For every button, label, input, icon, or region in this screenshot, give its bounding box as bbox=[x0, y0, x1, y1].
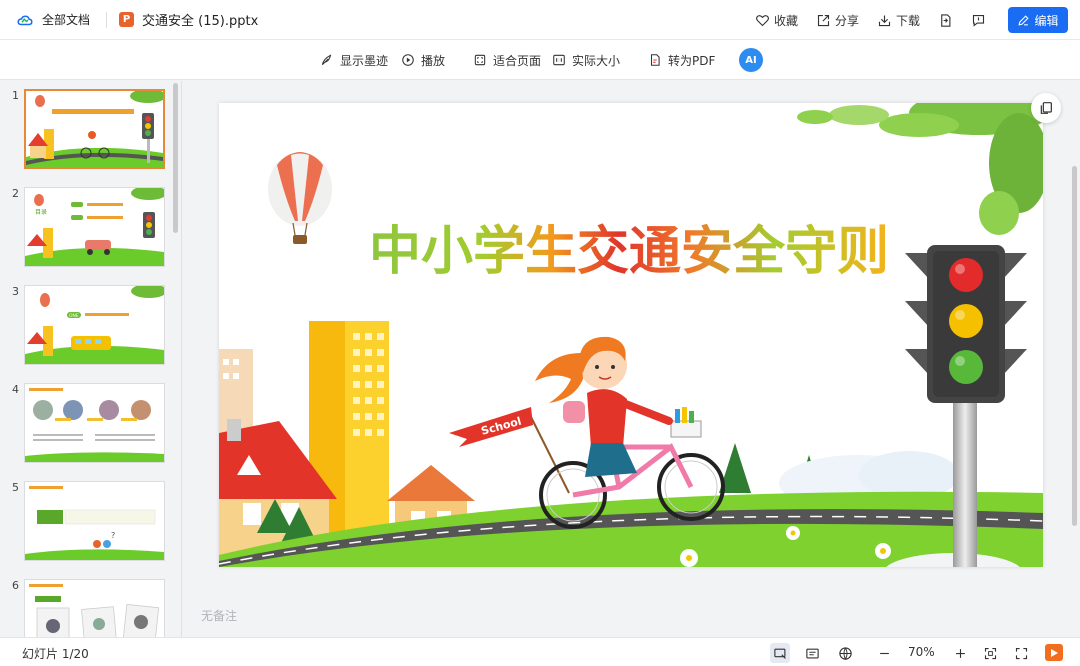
thumbnail-number: 2 bbox=[12, 187, 19, 200]
pdf-file-icon bbox=[650, 54, 660, 66]
show-ink-label: 显示墨迹 bbox=[340, 53, 389, 68]
slide-thumbnail-3[interactable]: ONE bbox=[24, 285, 165, 365]
minus-icon bbox=[879, 652, 889, 654]
top-bar: 全部文档 P 交通安全 (15).pptx 收藏 分享 下载 编辑 bbox=[0, 0, 1080, 40]
actual-size-button[interactable]: 实际大小 bbox=[552, 40, 620, 80]
slideshow-play-button[interactable] bbox=[1045, 644, 1063, 661]
pencil-icon bbox=[1018, 14, 1030, 26]
focus-frame-icon bbox=[984, 647, 996, 659]
fit-window-button[interactable] bbox=[980, 643, 1000, 663]
comment-button[interactable] bbox=[971, 13, 986, 28]
slide-thumbnail-1[interactable] bbox=[24, 89, 165, 169]
slide-thumbnail-2[interactable]: 目录 bbox=[24, 187, 165, 267]
edit-button[interactable]: 编辑 bbox=[1008, 7, 1068, 33]
ai-assistant-button[interactable]: AI bbox=[739, 48, 763, 72]
plus-icon bbox=[955, 648, 965, 658]
share-icon bbox=[817, 14, 830, 26]
slide-thumbnail-6[interactable] bbox=[24, 579, 165, 637]
stage-scrollbar[interactable] bbox=[1072, 166, 1077, 526]
actual-size-label: 实际大小 bbox=[572, 53, 621, 68]
fit-page-button[interactable]: 适合页面 bbox=[473, 40, 541, 80]
open-document-icon bbox=[941, 13, 951, 27]
thumbnail-preview bbox=[25, 580, 164, 637]
actual-size-icon bbox=[553, 54, 565, 66]
fit-page-icon bbox=[474, 54, 486, 66]
thumbnail-preview: ONE bbox=[25, 286, 164, 364]
play-icon bbox=[1051, 648, 1058, 657]
slide-thumbnail-panel: 1 2 目录 3 ONE 4 5 ? 6 bbox=[0, 81, 182, 637]
open-in-app-button[interactable] bbox=[938, 13, 953, 28]
normal-view-button[interactable] bbox=[770, 643, 790, 663]
language-button[interactable] bbox=[835, 643, 855, 663]
fullscreen-icon bbox=[1015, 647, 1027, 659]
slide-canvas: 中小学生交通安全守则 School bbox=[219, 103, 1043, 567]
header-actions: 收藏 分享 下载 编辑 bbox=[737, 0, 1068, 40]
play-button[interactable]: 播放 bbox=[401, 40, 445, 80]
copy-icon bbox=[1040, 102, 1052, 114]
slide-counter: 幻灯片 1/20 bbox=[22, 647, 89, 661]
thumbnail-number: 1 bbox=[12, 89, 19, 102]
slide-thumbnail-5[interactable]: ? bbox=[24, 481, 165, 561]
zoom-in-button[interactable] bbox=[950, 643, 970, 663]
cloud-icon[interactable] bbox=[16, 11, 34, 29]
fit-page-label: 适合页面 bbox=[493, 53, 542, 68]
thumbnail-number: 3 bbox=[12, 285, 19, 298]
thumbnail-scrollbar[interactable] bbox=[173, 83, 178, 233]
favorite-button[interactable]: 收藏 bbox=[755, 12, 798, 29]
zoom-level[interactable]: 70% bbox=[908, 645, 935, 659]
slide-thumbnail-4[interactable] bbox=[24, 383, 165, 463]
play-circle-icon bbox=[402, 54, 414, 66]
convert-pdf-button[interactable]: 转为PDF bbox=[648, 40, 715, 80]
share-label: 分享 bbox=[834, 13, 859, 28]
download-icon bbox=[878, 15, 891, 26]
pptx-file-icon: P bbox=[119, 12, 135, 27]
thumbnail-preview: 目录 bbox=[25, 188, 164, 266]
fullscreen-button[interactable] bbox=[1011, 643, 1031, 663]
comment-icon bbox=[972, 14, 985, 27]
current-slide: 中小学生交通安全守则 School bbox=[219, 103, 1043, 567]
heart-icon bbox=[755, 14, 769, 26]
thumbnail-badge: ONE bbox=[69, 313, 79, 319]
status-bar: 幻灯片 1/20 70% bbox=[0, 637, 1080, 666]
download-label: 下载 bbox=[895, 13, 920, 28]
notes-view-button[interactable] bbox=[802, 643, 822, 663]
zoom-out-button[interactable] bbox=[874, 643, 894, 663]
speaker-notes[interactable]: 无备注 bbox=[201, 607, 237, 624]
convert-pdf-label: 转为PDF bbox=[668, 53, 716, 68]
thumbnail-preview: ? bbox=[25, 482, 164, 560]
download-button[interactable]: 下载 bbox=[877, 12, 920, 29]
file-name: 交通安全 (15).pptx bbox=[142, 14, 259, 29]
favorite-label: 收藏 bbox=[773, 13, 798, 28]
slide-stage: 中小学生交通安全守则 School 无备注 bbox=[183, 81, 1080, 637]
share-button[interactable]: 分享 bbox=[816, 12, 859, 29]
svg-text:?: ? bbox=[111, 531, 115, 540]
thumbnail-preview bbox=[25, 384, 164, 462]
thumbnail-number: 6 bbox=[12, 579, 19, 592]
slide-title: 中小学生交通安全守则 bbox=[369, 222, 889, 282]
breadcrumb-all-docs[interactable]: 全部文档 bbox=[42, 11, 90, 28]
breadcrumb: 全部文档 P 交通安全 (15).pptx bbox=[0, 0, 258, 40]
notes-view-icon bbox=[805, 648, 819, 658]
thumbnail-number: 5 bbox=[12, 481, 19, 494]
ppt-viewer: 全部文档 P 交通安全 (15).pptx 收藏 分享 下载 编辑 显示墨迹 播… bbox=[0, 0, 1080, 666]
thumbnail-label: 目录 bbox=[35, 208, 47, 216]
slide-notes-toggle-button[interactable] bbox=[1031, 93, 1061, 123]
play-label: 播放 bbox=[421, 53, 446, 68]
normal-view-icon bbox=[773, 648, 786, 659]
breadcrumb-divider bbox=[106, 11, 108, 28]
thumbnail-preview bbox=[26, 91, 163, 167]
edit-label: 编辑 bbox=[1034, 13, 1059, 28]
show-ink-button[interactable]: 显示墨迹 bbox=[320, 40, 388, 80]
thumbnail-number: 4 bbox=[12, 383, 19, 396]
view-toolbar: 显示墨迹 播放 适合页面 实际大小 转为PDF AI bbox=[0, 40, 1080, 80]
feather-icon bbox=[321, 54, 332, 66]
globe-icon bbox=[838, 646, 852, 660]
